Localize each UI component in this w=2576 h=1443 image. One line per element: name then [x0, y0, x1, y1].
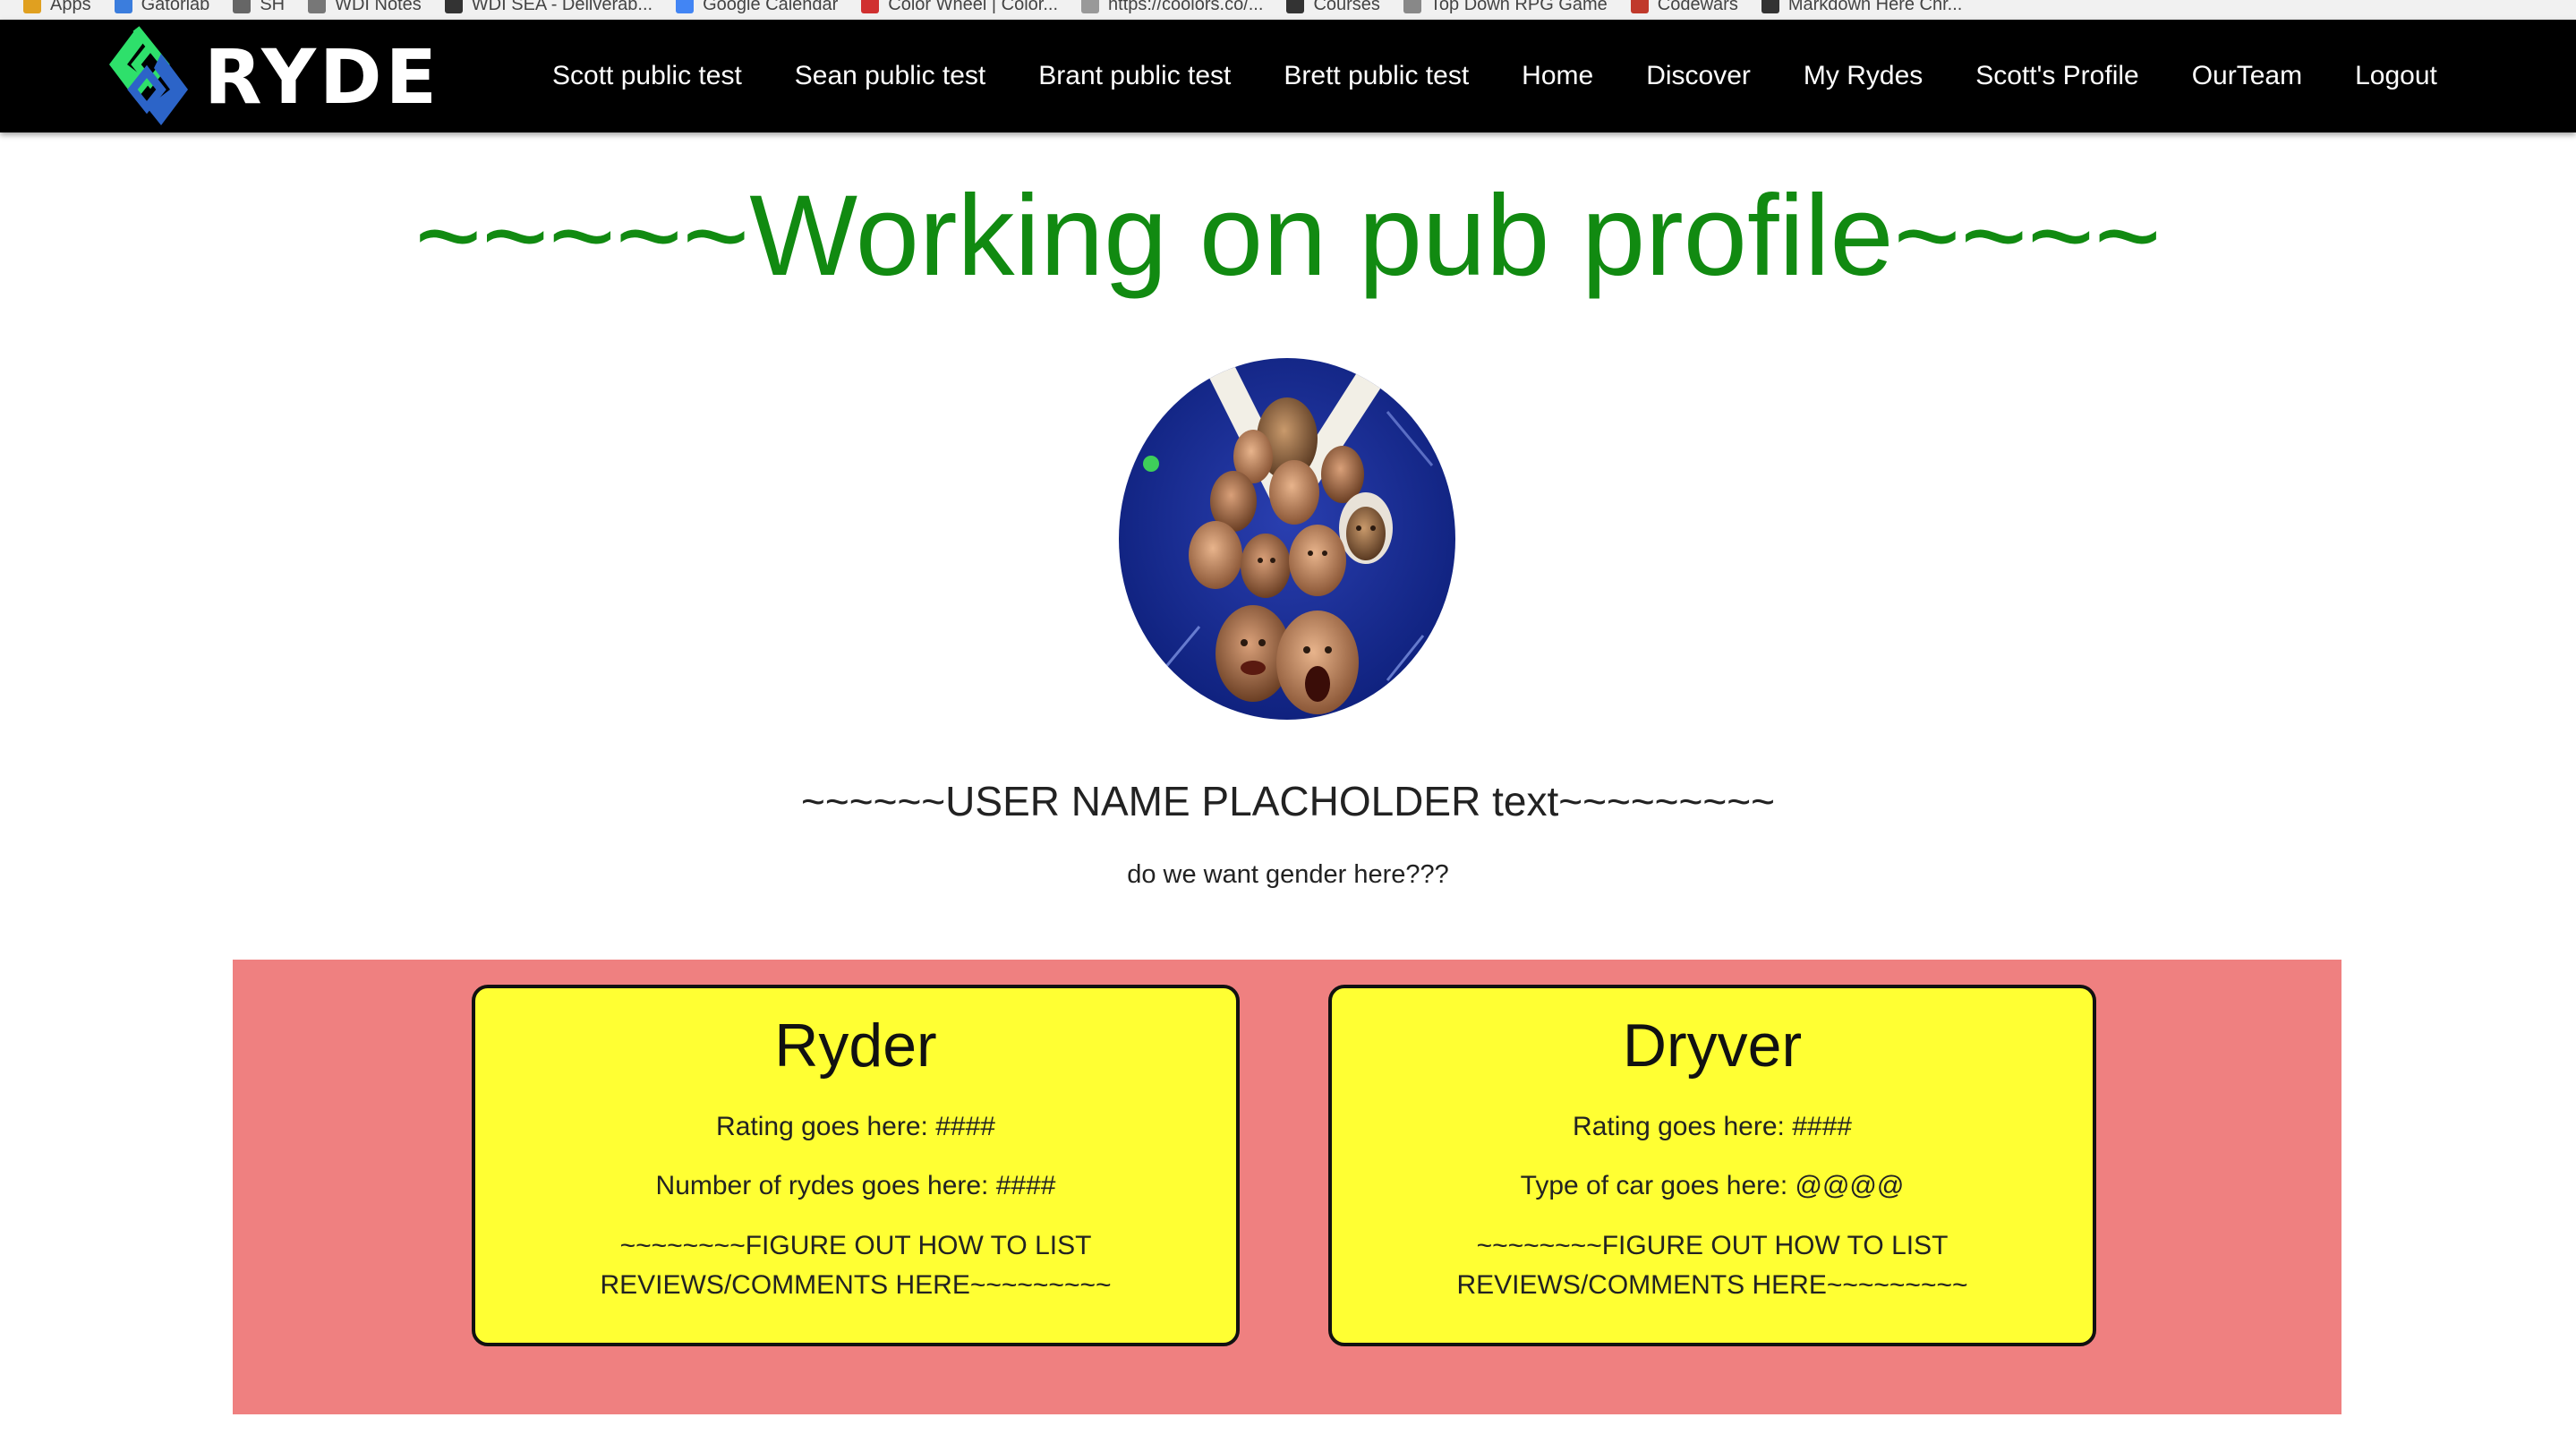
roles-panel: Ryder Rating goes here: #### Number of r… [233, 960, 2341, 1414]
ryder-card: Ryder Rating goes here: #### Number of r… [472, 985, 1240, 1346]
github-icon [444, 0, 463, 13]
nav-link-home[interactable]: Home [1522, 61, 1593, 91]
color-wheel-icon [861, 0, 880, 13]
ryder-reviews-placeholder: ~~~~~~~~FIGURE OUT HOW TO LIST REVIEWS/C… [600, 1231, 1112, 1300]
bookmark-google-calendar[interactable]: Google Calendar [676, 0, 838, 15]
bookmark-coolors[interactable]: https://coolors.co/... [1081, 0, 1263, 15]
bookmark-codewars[interactable]: Codewars [1630, 0, 1738, 15]
bookmarks-bar: Apps Gatorlab SH WDI Notes WDI SEA - Del… [0, 0, 2576, 21]
bookmark-icon [114, 0, 132, 13]
page-icon [1081, 0, 1100, 13]
brand-logo[interactable]: RYDE [106, 25, 440, 129]
brand-name: RYDE [204, 33, 441, 121]
nav-link-discover[interactable]: Discover [1646, 61, 1751, 91]
apps-icon [23, 0, 41, 13]
dryver-card: Dryver Rating goes here: #### Type of ca… [1328, 985, 2096, 1346]
bookmark-sh[interactable]: SH [233, 0, 285, 15]
calendar-icon [676, 0, 695, 13]
nav-link-brett-public-test[interactable]: Brett public test [1284, 61, 1469, 91]
github-icon [1286, 0, 1305, 13]
navbar: RYDE Scott public test Sean public test … [0, 20, 2576, 132]
nav-link-ourteam[interactable]: OurTeam [2192, 61, 2302, 91]
nav-link-scott-public-test[interactable]: Scott public test [552, 61, 742, 91]
nav-link-brant-public-test[interactable]: Brant public test [1038, 61, 1231, 91]
profile-avatar [1119, 358, 1455, 720]
ryde-logo-icon [109, 26, 188, 125]
bookmark-color-wheel[interactable]: Color Wheel | Color... [861, 0, 1058, 15]
gender-note: do we want gender here??? [1127, 860, 1449, 889]
codewars-icon [1630, 0, 1649, 13]
nav-link-my-rydes[interactable]: My Rydes [1804, 61, 1923, 91]
nav-links: Scott public test Sean public test Brant… [552, 20, 2437, 132]
ryder-rating: Rating goes here: #### [716, 1112, 995, 1141]
github-icon [1761, 0, 1779, 13]
bookmark-rpg-game[interactable]: Top Down RPG Game [1403, 0, 1608, 15]
bookmark-wdi-notes[interactable]: WDI Notes [308, 0, 422, 15]
bookmark-markdown-here[interactable]: Markdown Here Chr... [1761, 0, 1962, 15]
book-icon [233, 0, 252, 13]
folder-icon [308, 0, 327, 13]
bookmark-courses[interactable]: Courses [1286, 0, 1380, 15]
ryder-ride-count: Number of rydes goes here: #### [655, 1171, 1056, 1200]
ryder-card-title: Ryder [774, 1012, 937, 1080]
nav-link-sean-public-test[interactable]: Sean public test [795, 61, 985, 91]
dryver-card-title: Dryver [1622, 1012, 1803, 1080]
dryver-rating: Rating goes here: #### [1573, 1112, 1852, 1141]
bookmark-gatorlab[interactable]: Gatorlab [114, 0, 209, 15]
bookmark-apps[interactable]: Apps [23, 0, 91, 15]
nav-link-logout[interactable]: Logout [2355, 61, 2437, 91]
page-icon [1403, 0, 1421, 13]
dryver-car-type: Type of car goes here: @@@@ [1520, 1171, 1905, 1200]
page-title: ~~~~~Working on pub profile~~~~ [414, 172, 2162, 300]
collage-avatar-image [1119, 358, 1455, 720]
username-placeholder: ~~~~~~USER NAME PLACHOLDER text~~~~~~~~~ [800, 778, 1775, 824]
nav-link-scotts-profile[interactable]: Scott's Profile [1975, 61, 2138, 91]
dryver-reviews-placeholder: ~~~~~~~~FIGURE OUT HOW TO LIST REVIEWS/C… [1456, 1231, 1968, 1300]
bookmark-wdi-sea[interactable]: WDI SEA - Deliverab... [444, 0, 653, 15]
